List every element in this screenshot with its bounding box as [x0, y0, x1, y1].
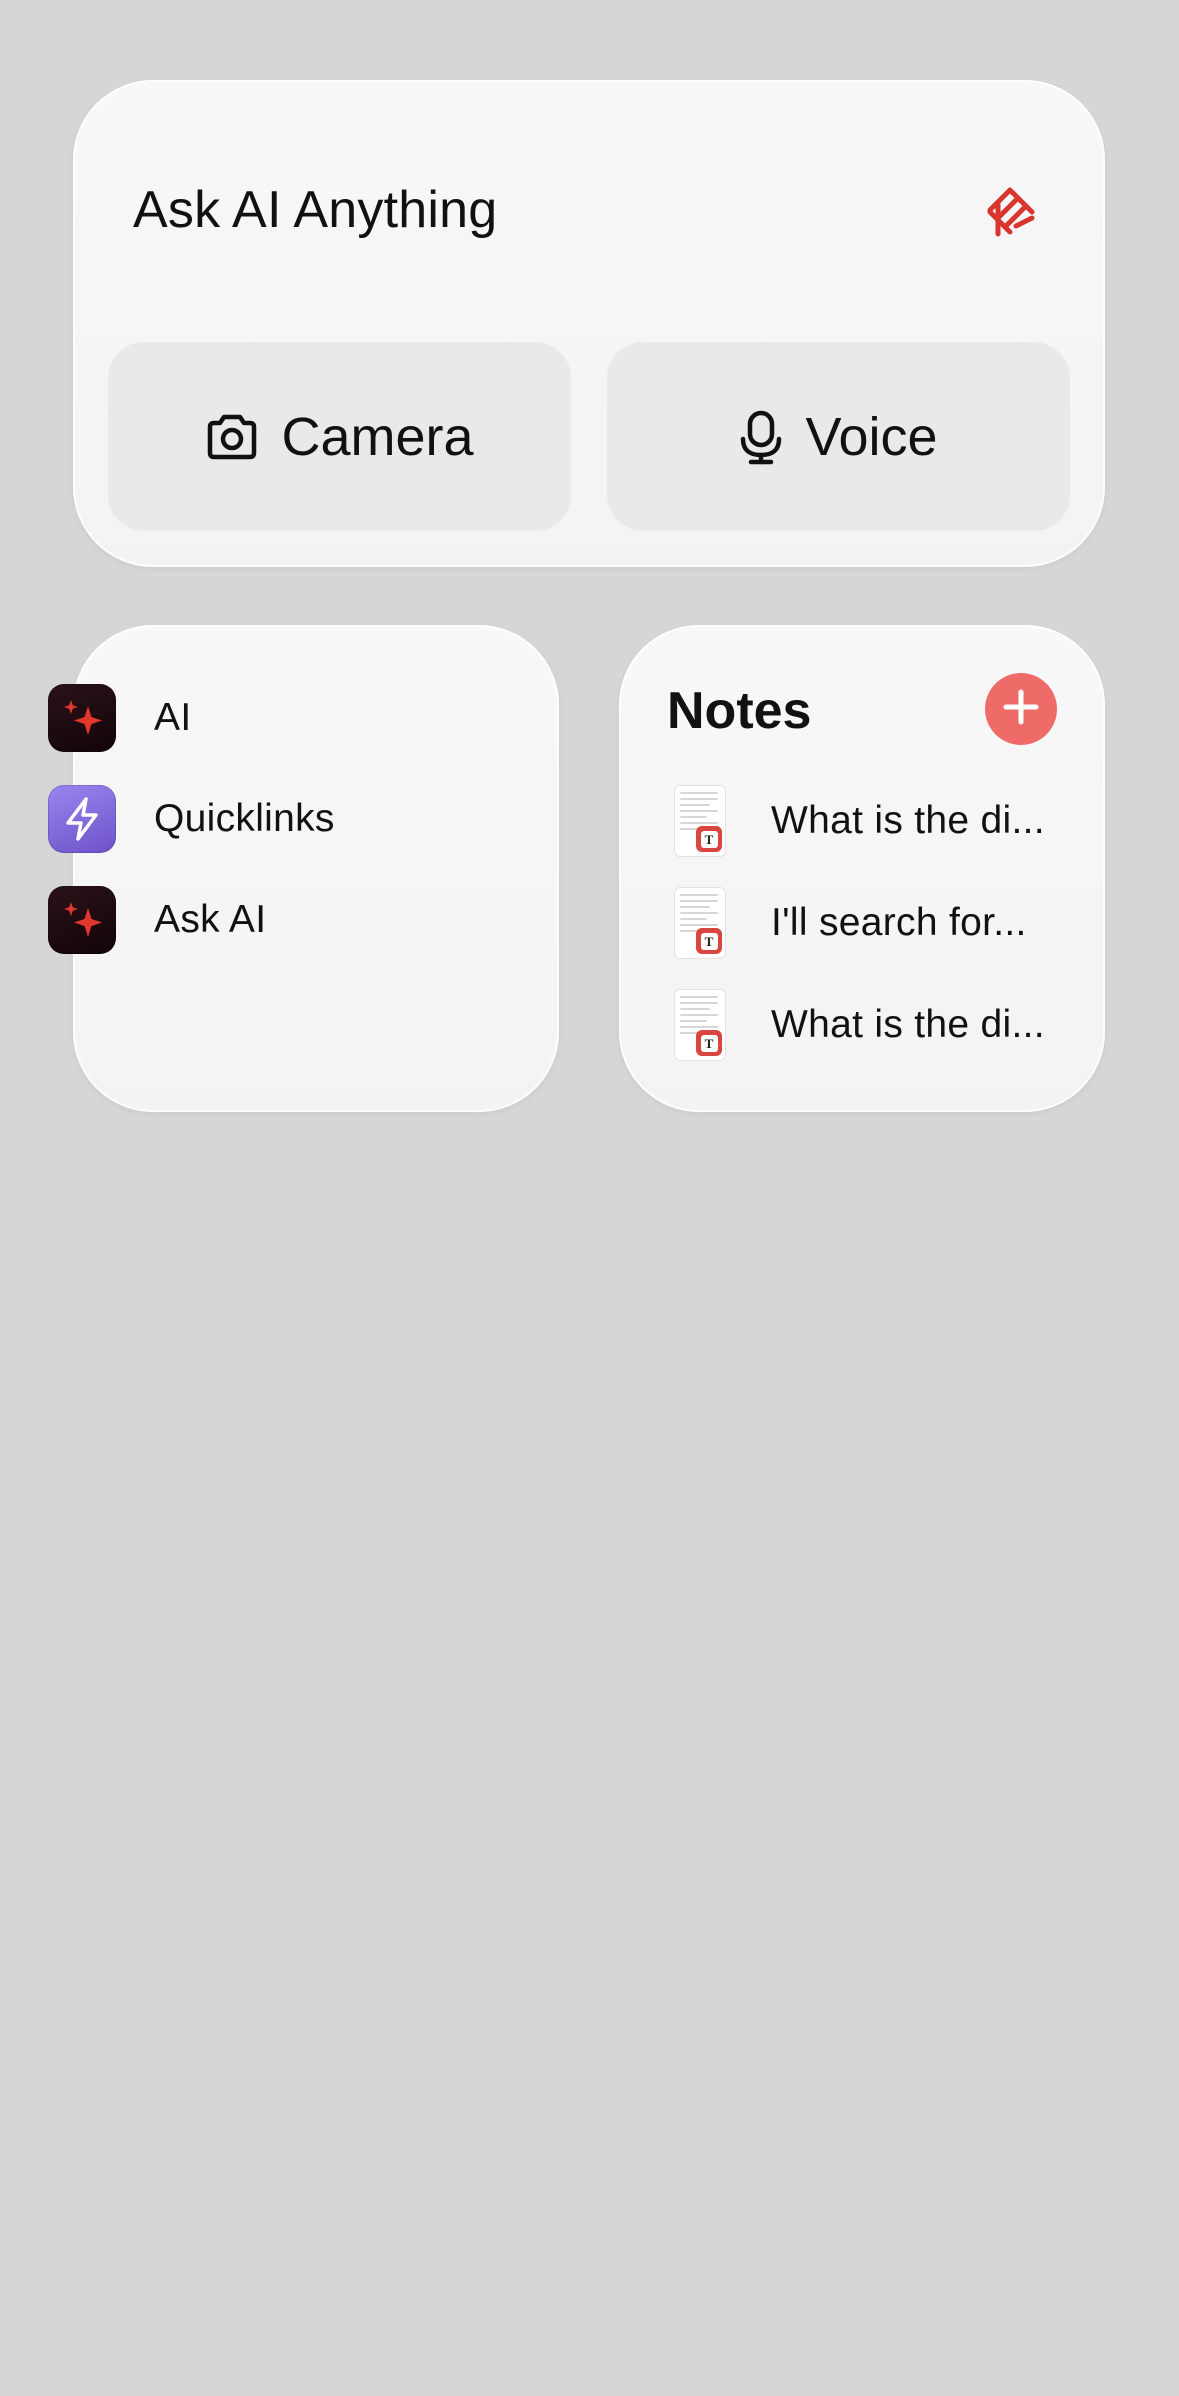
note-thumbnail: T: [675, 888, 725, 958]
note-thumbnail: T: [675, 786, 725, 856]
app-logo-icon: [976, 178, 1044, 246]
shortcut-label: AI: [154, 696, 192, 739]
lightning-icon: [48, 785, 116, 853]
add-note-button[interactable]: [985, 673, 1057, 745]
note-app-icon: T: [696, 928, 722, 954]
notes-title: Notes: [667, 682, 812, 740]
camera-icon: [205, 413, 259, 461]
notes-widget: Notes T What is the di... T I'll search …: [619, 625, 1105, 1112]
widget-title: Ask AI Anything: [133, 181, 498, 239]
voice-label: Voice: [805, 406, 938, 467]
shortcut-label: Quicklinks: [154, 797, 335, 840]
note-app-icon: T: [696, 826, 722, 852]
sparkle-icon: [48, 886, 116, 954]
note-item[interactable]: T What is the di...: [675, 785, 1075, 857]
camera-label: Camera: [281, 406, 474, 467]
camera-button[interactable]: Camera: [108, 342, 571, 531]
note-item[interactable]: T What is the di...: [675, 989, 1075, 1061]
note-app-icon: T: [696, 1030, 722, 1056]
shortcut-ai[interactable]: AI: [48, 683, 448, 753]
voice-button[interactable]: Voice: [607, 342, 1070, 531]
ask-ai-widget[interactable]: Ask AI Anything Camera Voice: [73, 80, 1105, 567]
note-title: What is the di...: [771, 1003, 1045, 1046]
note-title: I'll search for...: [771, 901, 1027, 944]
shortcut-quicklinks[interactable]: Quicklinks: [48, 784, 448, 854]
shortcut-label: Ask AI: [154, 898, 267, 941]
sparkle-icon: [48, 684, 116, 752]
note-item[interactable]: T I'll search for...: [675, 887, 1075, 959]
microphone-icon: [739, 409, 783, 465]
plus-icon: [1001, 687, 1041, 732]
shortcut-ask-ai[interactable]: Ask AI: [48, 885, 448, 955]
note-title: What is the di...: [771, 799, 1045, 842]
note-thumbnail: T: [675, 990, 725, 1060]
